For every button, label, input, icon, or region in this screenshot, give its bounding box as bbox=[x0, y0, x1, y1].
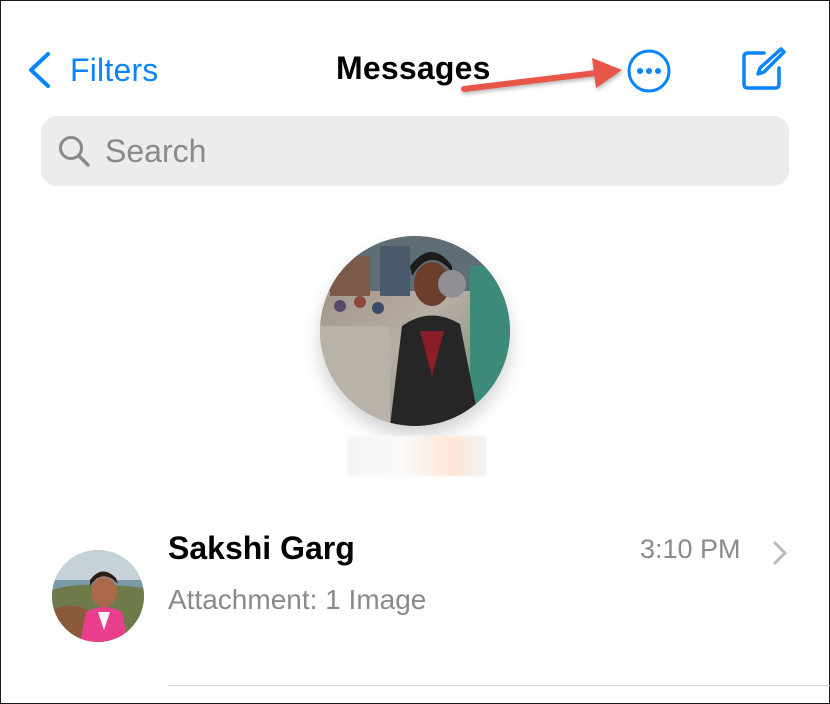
search-icon bbox=[59, 136, 90, 167]
ellipsis-circle-icon bbox=[627, 49, 671, 93]
page-title: Messages bbox=[336, 50, 491, 86]
message-time: 3:10 PM bbox=[640, 534, 741, 564]
more-options-button[interactable] bbox=[626, 48, 672, 94]
compose-icon bbox=[742, 47, 786, 90]
contact-photo bbox=[52, 550, 144, 642]
search-field[interactable] bbox=[41, 116, 789, 186]
filters-label: Filters bbox=[70, 51, 159, 88]
pinned-contact-photo bbox=[320, 236, 510, 426]
list-divider bbox=[168, 685, 830, 686]
contact-avatar bbox=[52, 550, 144, 642]
filters-back-button[interactable]: Filters bbox=[26, 50, 159, 90]
contact-name: Sakshi Garg bbox=[168, 530, 355, 566]
message-preview: Attachment: 1 Image bbox=[168, 584, 427, 615]
pinned-contact-avatar[interactable] bbox=[320, 236, 510, 426]
chevron-left-icon bbox=[29, 52, 50, 88]
chevron-right-icon bbox=[773, 541, 787, 565]
pinned-contact-name bbox=[347, 436, 487, 476]
conversation-row[interactable]: Sakshi Garg 3:10 PM Attachment: 1 Image bbox=[0, 510, 830, 686]
search-input[interactable] bbox=[103, 131, 707, 171]
compose-button[interactable] bbox=[740, 44, 788, 92]
